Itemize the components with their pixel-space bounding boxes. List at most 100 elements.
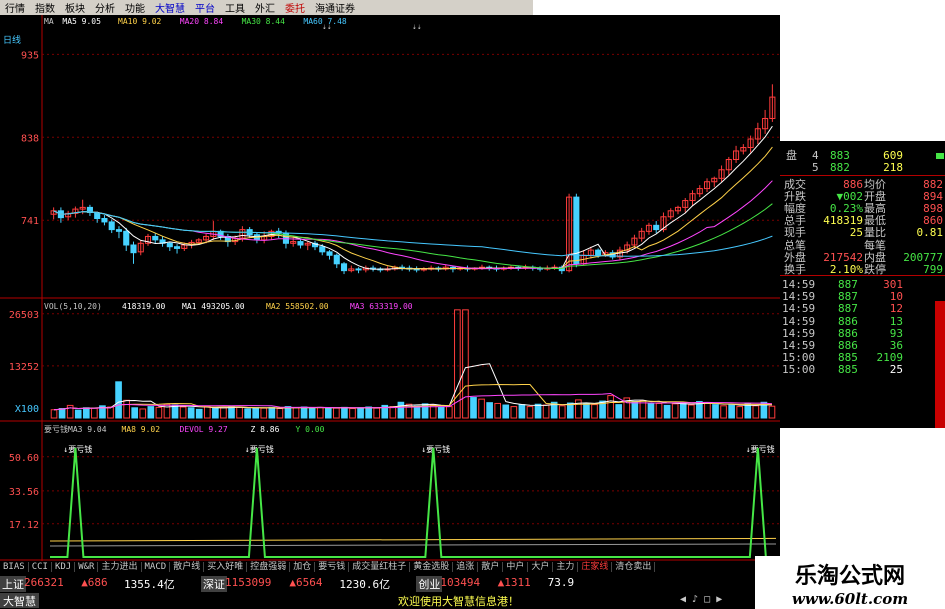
indicator-tab-10[interactable]: 要亏钱 (315, 562, 350, 572)
indicator-tab-6[interactable]: 散户线 (170, 562, 205, 572)
menu-item-2[interactable]: 板块 (60, 0, 90, 15)
tick-price: 886 (838, 339, 858, 352)
volume-bar (333, 407, 340, 419)
volume-bar (244, 408, 251, 419)
volume-bar (720, 405, 727, 419)
volume-bar (607, 395, 614, 419)
ticker-item[interactable]: 上证 (0, 576, 26, 592)
price-tick-label: 838 (21, 133, 39, 144)
menu-bar: 行情 指数 板块 分析 功能 大智慧 平台 工具 外汇 委托 海通证券 (0, 0, 533, 15)
volume-bar (74, 409, 82, 419)
stat-label: 最低 (864, 214, 886, 228)
ma-legend-item: MA10 9.02 (118, 17, 162, 26)
watermark: 乐淘公式网 www.60lt.com (755, 556, 945, 609)
ticker-item[interactable]: 深证 (201, 576, 227, 592)
volume-bar (220, 407, 227, 419)
tick-volume: 10 (889, 290, 903, 304)
volume-bar (155, 406, 163, 419)
volume-bar (91, 407, 98, 419)
stat-row: 换手 2.10% 跌停 799 (780, 263, 945, 276)
stat-value: 860 (923, 214, 943, 228)
indicator-tab-16[interactable]: 大户 (528, 562, 554, 572)
indicator-tab-15[interactable]: 中户 (503, 562, 529, 572)
volume-bar (268, 406, 276, 419)
tick-volume: 2109 (876, 351, 904, 365)
menu-item-9[interactable]: 委托 (280, 0, 310, 15)
indicator-legend-item: Y 0.00 (296, 425, 325, 434)
tick-scrollbar[interactable] (935, 301, 945, 428)
ma-legend-item: MA30 8.44 (242, 17, 286, 26)
menu-item-10[interactable]: 海通证券 (310, 0, 360, 15)
indicator-tab-7[interactable]: 买入好唯 (204, 562, 248, 572)
menu-item-6[interactable]: 平台 (190, 0, 220, 15)
candle (174, 244, 181, 254)
indicator-tab-11[interactable]: 成交量红柱子 (349, 562, 411, 572)
indicator-tab-0[interactable]: BIAS (0, 562, 29, 572)
tick-price: 886 (838, 326, 858, 340)
menu-item-5[interactable]: 大智慧 (150, 0, 190, 15)
stat-value: 882 (923, 178, 943, 191)
volume-bar (324, 407, 332, 419)
ticker-item[interactable]: 创业 (416, 576, 443, 592)
tick-row: 14:59 887 301 (780, 278, 945, 291)
stat-value: 418319 (823, 214, 863, 228)
candle (696, 185, 703, 198)
stat-label: 换手 (784, 262, 806, 276)
candle (326, 250, 333, 260)
candle (573, 193, 580, 268)
menu-item-3[interactable]: 分析 (90, 0, 120, 15)
volume-bar (373, 407, 381, 419)
window-controls[interactable]: ◀ ♪ □ ▶ (680, 594, 722, 605)
tick-time: 14:59 (782, 278, 816, 291)
candle (152, 233, 159, 244)
indicator-tab-9[interactable]: 加仓 (290, 562, 316, 572)
tick-time: 14:59 (782, 326, 816, 340)
window-icon[interactable]: □ (704, 594, 710, 605)
indicator-tab-5[interactable]: MACD (141, 562, 171, 572)
menu-item-7[interactable]: 工具 (220, 0, 250, 15)
indicator-tab-13[interactable]: 追涨 (453, 562, 479, 572)
candle (253, 232, 260, 244)
stat-label: 最高 (864, 202, 886, 216)
menu-item-4[interactable]: 功能 (120, 0, 150, 15)
volume-bar (558, 405, 566, 419)
volume-bar (147, 406, 155, 419)
volume-bar (591, 404, 598, 419)
indicator-tab-2[interactable]: KDJ (51, 562, 76, 572)
scroll-icon[interactable]: ▶ (716, 594, 722, 605)
indicator-tab-17[interactable]: 主力 (553, 562, 579, 572)
indicator-tab-8[interactable]: 控盘强弱 (247, 562, 291, 572)
tick-volume: 25 (889, 363, 903, 377)
candle (333, 253, 340, 269)
indicator-tab-1[interactable]: CCI (28, 562, 52, 572)
stat-label: 每笔 (864, 238, 886, 252)
indicator-tab-12[interactable]: 黄金选股 (410, 562, 454, 572)
indicator-tab-19[interactable]: 清仓卖出 (612, 562, 656, 572)
vol-legend-item: MA3 633319.00 (350, 302, 413, 311)
menu-item-1[interactable]: 指数 (30, 0, 60, 15)
app-label[interactable]: 大智慧 (0, 593, 39, 608)
chart-svg[interactable]: 935 838 741 日线 MA MA5 9.05 MA10 9.02 MA20 8.84 M… (0, 15, 780, 563)
volume-bar (115, 381, 122, 419)
indicator-tab-18[interactable]: 庄家线 (578, 562, 613, 572)
menu-item-0[interactable]: 行情 (0, 0, 30, 15)
indicator-tab-3[interactable]: W&R (75, 562, 99, 572)
indicator-tab-14[interactable]: 散户 (478, 562, 504, 572)
welcome-message: 欢迎使用大智慧信息港！ (398, 595, 519, 608)
volume-bar (389, 406, 397, 419)
chart-area[interactable]: 935 838 741 日线 MA MA5 9.05 MA10 9.02 MA20 8.84 M… (0, 15, 780, 563)
menu-item-8[interactable]: 外汇 (250, 0, 280, 15)
volume-bar (123, 399, 130, 419)
candle (442, 264, 449, 271)
bell-icon[interactable]: ♪ (692, 594, 698, 605)
minimize-icon[interactable]: ◀ (680, 594, 686, 605)
volume-bar (502, 404, 510, 419)
tick-price: 887 (838, 302, 858, 316)
tick-volume: 12 (889, 302, 903, 316)
candle (311, 240, 319, 251)
signal-label: ↓要亏钱 (245, 444, 274, 454)
candle (537, 266, 544, 272)
indicator-tab-4[interactable]: 主力进出 (98, 562, 142, 572)
volume-bar (671, 403, 679, 419)
volume-bar (316, 406, 324, 419)
